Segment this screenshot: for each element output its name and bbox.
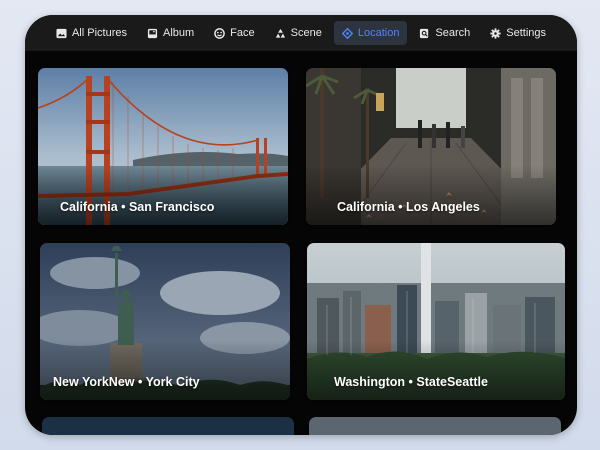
top-nav-bar: All Pictures Album Face Scene Location S…	[25, 15, 577, 51]
gear-icon	[490, 27, 501, 39]
card-caption-overlay	[306, 165, 556, 225]
card-caption-overlay	[307, 340, 565, 400]
tab-search[interactable]: Search	[411, 21, 478, 45]
location-card-los-angeles[interactable]: California • Los Angeles	[306, 68, 556, 225]
tab-label: Search	[435, 27, 471, 39]
search-icon	[420, 28, 429, 38]
card-caption-overlay	[40, 340, 290, 400]
tab-label: Location	[357, 27, 400, 39]
location-card-seattle[interactable]: Washington • StateSeattle	[307, 243, 565, 400]
location-label: Washington • StateSeattle	[334, 375, 488, 389]
image-icon	[56, 28, 67, 38]
tab-label: Scene	[290, 27, 322, 39]
location-label: California • San Francisco	[60, 200, 215, 214]
location-grid: California • San Francisco California • …	[25, 51, 577, 435]
album-icon	[147, 28, 158, 38]
location-label: California • Los Angeles	[337, 200, 480, 214]
tab-album[interactable]: Album	[139, 21, 202, 45]
tab-scene[interactable]: Scene	[267, 21, 330, 45]
scene-icon	[275, 28, 285, 38]
tab-all-pictures[interactable]: All Pictures	[48, 21, 135, 45]
location-card-partial[interactable]	[42, 417, 294, 435]
location-icon	[341, 27, 353, 39]
face-icon	[214, 27, 225, 39]
tab-settings[interactable]: Settings	[482, 21, 554, 45]
card-caption-overlay	[38, 165, 288, 225]
location-label: New YorkNew • York City	[53, 375, 200, 389]
tab-location[interactable]: Location	[333, 21, 408, 45]
tab-face[interactable]: Face	[206, 21, 262, 45]
tab-label: Album	[162, 27, 195, 39]
app-window: All Pictures Album Face Scene Location S…	[25, 15, 577, 435]
location-card-san-francisco[interactable]: California • San Francisco	[38, 68, 288, 225]
location-card-partial[interactable]	[309, 417, 561, 435]
tab-label: Settings	[506, 27, 547, 39]
tab-label: All Pictures	[71, 27, 127, 39]
tab-label: Face	[230, 27, 255, 39]
location-card-new-york[interactable]: New YorkNew • York City	[40, 243, 290, 400]
